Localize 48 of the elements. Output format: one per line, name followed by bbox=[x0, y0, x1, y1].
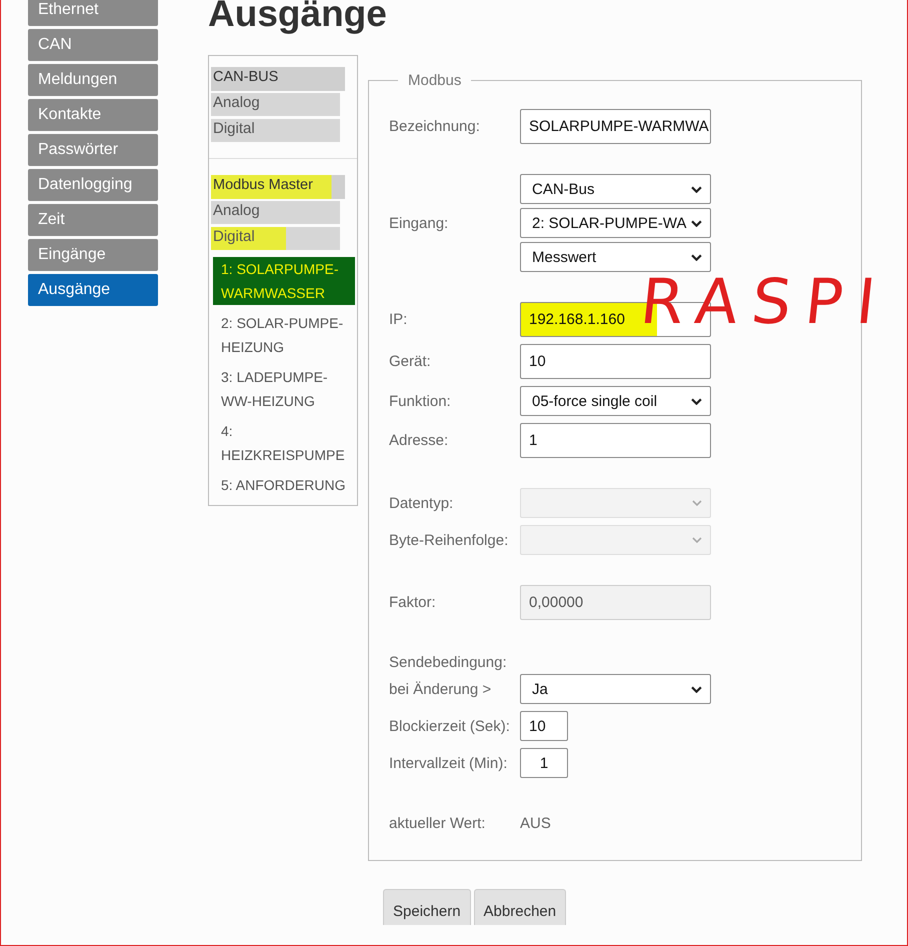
group-header[interactable]: Modbus Master bbox=[211, 175, 345, 199]
chevron-down-icon bbox=[691, 186, 702, 192]
field-label: Blockierzeit (Sek): bbox=[389, 718, 511, 734]
category-item[interactable]: Digital bbox=[211, 119, 340, 142]
field-label: Funktion: bbox=[389, 392, 452, 410]
field-label: Bezeichnung: bbox=[389, 118, 481, 135]
dropdown-field[interactable]: Ja bbox=[520, 674, 711, 704]
dropdown-field[interactable]: 2: SOLAR-PUMPE-WA bbox=[520, 208, 711, 238]
chevron-down-icon bbox=[691, 686, 702, 692]
output-item[interactable]: 4: HEIZKREISPUMPE bbox=[213, 419, 355, 467]
category-item[interactable]: Analog bbox=[211, 201, 340, 224]
number-field[interactable]: 1 bbox=[520, 748, 568, 778]
text-field[interactable]: 1 bbox=[520, 423, 711, 458]
field-label: Sendebedingung: bbox=[389, 654, 508, 670]
chevron-down-icon bbox=[692, 537, 702, 543]
chevron-down-icon bbox=[691, 220, 702, 226]
number-field[interactable]: 10 bbox=[520, 711, 568, 741]
group-header[interactable]: CAN-BUS bbox=[211, 67, 345, 91]
dropdown-field[interactable]: Messwert bbox=[520, 242, 711, 272]
category-item[interactable]: Digital bbox=[211, 227, 340, 250]
form-button[interactable]: Abbrechen bbox=[474, 889, 566, 925]
output-item[interactable]: 5: ANFORDERUNG bbox=[213, 473, 355, 497]
output-item[interactable]: 1: SOLARPUMPE-WARMWASSER bbox=[213, 257, 355, 305]
field-label: Adresse: bbox=[389, 432, 450, 449]
field-label: Eingang: bbox=[389, 214, 450, 232]
output-item[interactable]: 3: LADEPUMPE-WW-HEIZUNG bbox=[213, 365, 355, 413]
dropdown-field[interactable]: CAN-Bus bbox=[520, 174, 711, 204]
nav-button[interactable]: Ausgänge bbox=[28, 274, 158, 306]
field-label: aktueller Wert: bbox=[389, 814, 486, 832]
field-label: IP: bbox=[389, 311, 408, 328]
field-label: Byte-Reihenfolge: bbox=[389, 532, 510, 548]
category-item[interactable]: Analog bbox=[211, 93, 340, 116]
chevron-down-icon bbox=[692, 500, 702, 506]
field-label: bei Änderung > bbox=[389, 680, 492, 698]
chevron-down-icon bbox=[691, 398, 702, 404]
fieldset-legend: Modbus bbox=[398, 72, 472, 89]
field-label: Gerät: bbox=[389, 353, 432, 370]
field-label: Intervallzeit (Min): bbox=[389, 754, 508, 772]
form-button[interactable]: Speichern bbox=[383, 889, 471, 925]
current-value: AUS bbox=[520, 814, 551, 832]
output-item[interactable]: 2: SOLAR-PUMPE-HEIZUNG bbox=[213, 311, 355, 359]
text-field[interactable]: 10 bbox=[520, 344, 711, 379]
field-label: Datentyp: bbox=[389, 494, 454, 512]
page-title: Ausgänge bbox=[208, 0, 388, 36]
dropdown-field[interactable]: 05-force single coil bbox=[520, 386, 711, 416]
chevron-down-icon bbox=[691, 254, 702, 260]
field-label: Faktor: bbox=[389, 594, 437, 611]
text-field[interactable]: SOLARPUMPE-WARMWA bbox=[520, 109, 711, 144]
